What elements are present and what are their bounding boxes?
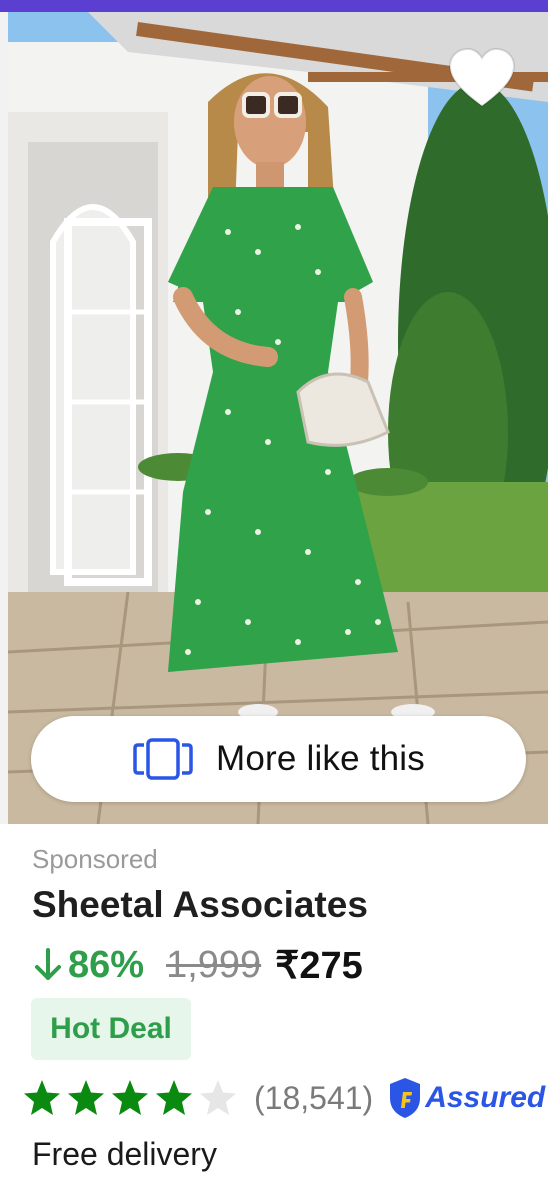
more-like-this-button[interactable]: More like this	[31, 716, 526, 802]
star-filled-icon	[24, 1080, 60, 1115]
product-image[interactable]	[8, 12, 548, 824]
assured-label: Assured	[425, 1081, 546, 1114]
sponsored-label: Sponsored	[32, 844, 158, 874]
discount-percent: 86%	[68, 943, 145, 986]
product-photo-illustration	[8, 12, 548, 824]
original-price: 1,999	[166, 943, 262, 986]
product-info[interactable]: Sponsored Sheetal Associates 86% 1,999 ₹…	[0, 824, 548, 1189]
star-filled-icon	[156, 1080, 192, 1115]
rating-count: (18,541)	[254, 1079, 374, 1116]
more-like-this-label: More like this	[216, 739, 425, 778]
similar-cards-icon	[133, 738, 193, 780]
heart-icon	[448, 47, 516, 108]
wishlist-button[interactable]	[446, 44, 518, 116]
top-accent-bar	[0, 0, 548, 12]
hot-deal-badge: Hot Deal	[31, 998, 191, 1060]
star-filled-icon	[68, 1080, 104, 1115]
delivery-info: Free delivery	[32, 1136, 217, 1172]
card-left-edge	[0, 12, 8, 824]
price-row: 86% 1,999 ₹275	[32, 942, 363, 988]
hot-deal-label: Hot Deal	[50, 1012, 172, 1045]
down-arrow-icon	[35, 948, 61, 980]
rating-row: (18,541) Assured	[22, 1072, 545, 1124]
sale-price: ₹275	[275, 944, 363, 987]
assured-shield-icon	[390, 1078, 421, 1118]
star-filled-icon	[112, 1080, 148, 1115]
star-empty-icon	[200, 1080, 236, 1115]
rating-stars	[22, 1078, 242, 1118]
product-brand: Sheetal Associates	[32, 884, 368, 925]
